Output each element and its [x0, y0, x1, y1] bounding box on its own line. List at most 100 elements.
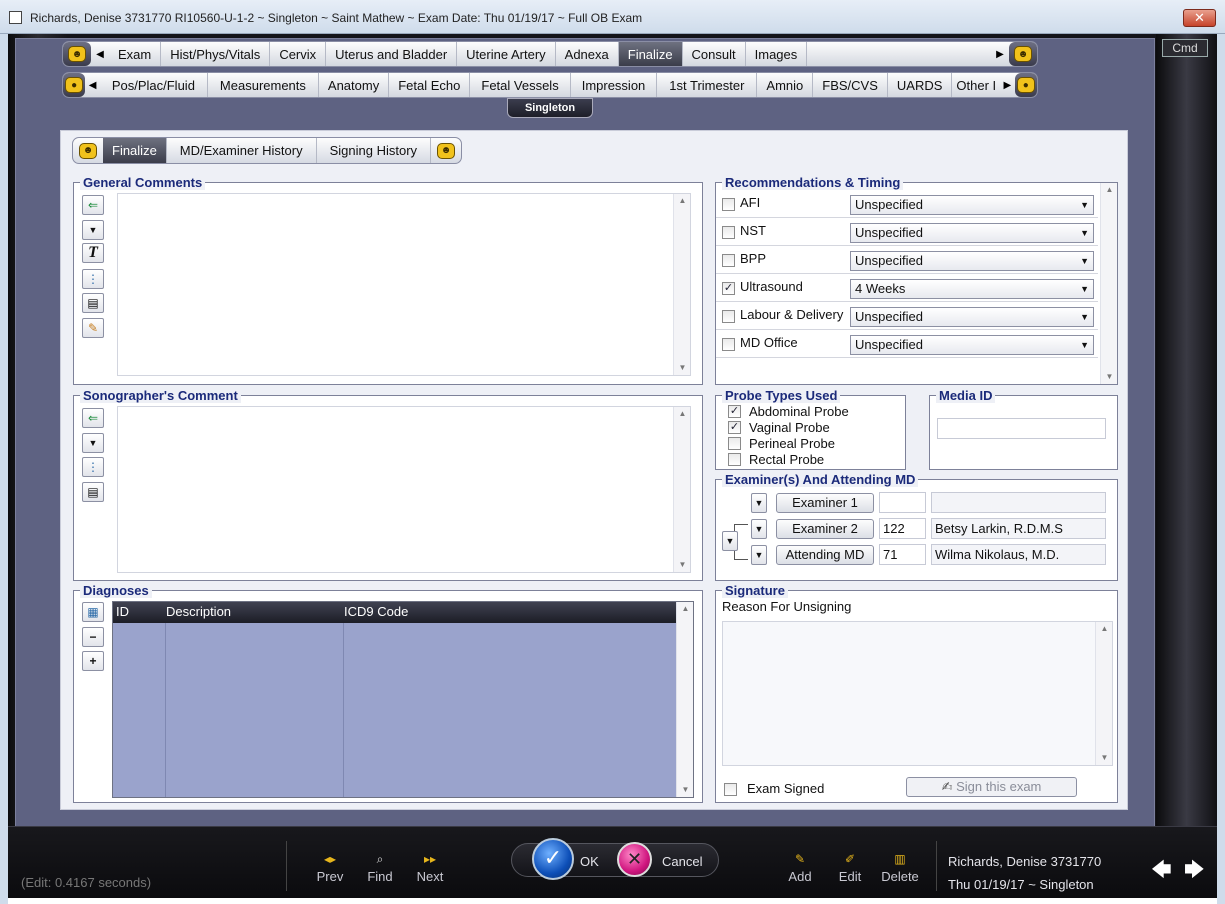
subtabs-logo-left[interactable]: ☻ [73, 138, 103, 163]
rectal-probe-checkbox[interactable] [728, 453, 741, 466]
examiner2-id[interactable]: 122 [879, 518, 926, 539]
media-id-input[interactable] [937, 418, 1106, 439]
afi-checkbox[interactable] [722, 198, 735, 211]
subtab-signing-history[interactable]: Signing History [317, 138, 432, 163]
tab-exam[interactable]: Exam [109, 42, 162, 66]
ultrasound-select[interactable]: 4 Weeks ▼ [850, 279, 1094, 299]
examiner1-dropdown-icon[interactable]: ▼ [751, 493, 767, 513]
forward-arrow-icon[interactable]: 🡆 [1184, 855, 1205, 889]
md-office-checkbox[interactable] [722, 338, 735, 351]
link-dropdown-icon[interactable]: ▼ [722, 531, 738, 551]
add-icon[interactable]: + [82, 651, 104, 671]
tab-hist-phys-vitals[interactable]: Hist/Phys/Vitals [161, 42, 271, 66]
back-arrow-icon[interactable]: 🡄 [1151, 855, 1172, 889]
scroll-right-icon[interactable]: ▶ [1000, 73, 1014, 97]
col-description[interactable]: Description [166, 604, 231, 619]
tab-pos-plac-fluid[interactable]: Pos/Plac/Fluid [100, 73, 208, 97]
examiner2-button[interactable]: Examiner 2 [776, 519, 874, 539]
attending-md-button[interactable]: Attending MD [776, 545, 874, 565]
prev-button[interactable]: ◂▸ Prev [305, 849, 355, 884]
bpp-checkbox[interactable] [722, 254, 735, 267]
vaginal-probe-checkbox[interactable]: ✓ [728, 421, 741, 434]
exam-signed-checkbox[interactable] [724, 783, 737, 796]
tree-icon[interactable]: ⋮ [82, 269, 104, 289]
tab-fetal-vessels[interactable]: Fetal Vessels [470, 73, 571, 97]
close-button[interactable]: ✕ [1183, 9, 1216, 27]
tab-uterus-bladder[interactable]: Uterus and Bladder [326, 42, 458, 66]
tabstrip-logo-right[interactable]: ☻ [1009, 42, 1037, 66]
text-format-icon[interactable]: T [82, 243, 104, 263]
add-button[interactable]: ✎ Add [775, 849, 825, 884]
scrollbar[interactable]: ▲ ▼ [673, 194, 690, 375]
tab-uterine-artery[interactable]: Uterine Artery [457, 42, 556, 66]
cmd-button[interactable]: Cmd [1162, 39, 1208, 57]
edit-button[interactable]: ✐ Edit [825, 849, 875, 884]
tab-fbs-cvs[interactable]: FBS/CVS [813, 73, 888, 97]
nst-checkbox[interactable] [722, 226, 735, 239]
import-icon[interactable]: ⇐ [82, 408, 104, 428]
scrollbar[interactable]: ▲ ▼ [1095, 622, 1112, 765]
examiner1-id[interactable] [879, 492, 926, 513]
remove-icon[interactable]: − [82, 627, 104, 647]
fetus-tab-singleton[interactable]: Singleton [507, 98, 593, 118]
tabstrip2-logo-left[interactable]: ● [63, 73, 86, 97]
abdominal-probe-checkbox[interactable]: ✓ [728, 405, 741, 418]
tab-consult[interactable]: Consult [683, 42, 746, 66]
diagnoses-table[interactable]: ID Description ICD9 Code ▲ ▼ [112, 601, 694, 798]
scroll-right-icon[interactable]: ▶ [991, 42, 1009, 66]
tabstrip2-logo-right[interactable]: ● [1014, 73, 1037, 97]
tab-measurements[interactable]: Measurements [208, 73, 319, 97]
nst-select[interactable]: Unspecified ▼ [850, 223, 1094, 243]
scrollbar[interactable]: ▲ ▼ [1100, 183, 1117, 384]
reason-for-unsigning-field[interactable]: ▲ ▼ [722, 621, 1113, 766]
eraser-icon[interactable]: ✎ [82, 318, 104, 338]
scrollbar[interactable]: ▲ ▼ [673, 407, 690, 572]
attending-md-dropdown-icon[interactable]: ▼ [751, 545, 767, 565]
tab-cervix[interactable]: Cervix [270, 42, 327, 66]
examiner2-dropdown-icon[interactable]: ▼ [751, 519, 767, 539]
tab-uards[interactable]: UARDS [888, 73, 953, 97]
next-button[interactable]: ▸▸ Next [405, 849, 455, 884]
col-id[interactable]: ID [116, 604, 129, 619]
delete-button[interactable]: ▥ Delete [875, 849, 925, 884]
find-button[interactable]: ⌕ Find [355, 849, 405, 884]
subtabs-logo-right[interactable]: ☻ [431, 138, 461, 163]
sign-exam-button[interactable]: ✍ Sign this exam [906, 777, 1077, 797]
ultrasound-checkbox[interactable]: ✓ [722, 282, 735, 295]
tab-adnexa[interactable]: Adnexa [556, 42, 619, 66]
subtab-md-examiner-history[interactable]: MD/Examiner History [167, 138, 317, 163]
subtab-finalize[interactable]: Finalize [103, 138, 167, 163]
examiner1-button[interactable]: Examiner 1 [776, 493, 874, 513]
paste-icon[interactable]: ▤ [82, 482, 104, 502]
labour-delivery-select[interactable]: Unspecified ▼ [850, 307, 1094, 327]
checkmark-icon[interactable]: ✓ [532, 838, 574, 880]
general-comments-field[interactable]: ▲ ▼ [117, 193, 691, 376]
col-icd9[interactable]: ICD9 Code [344, 604, 408, 619]
tab-amnio[interactable]: Amnio [757, 73, 814, 97]
sonographer-comment-field[interactable]: ▲ ▼ [117, 406, 691, 573]
scroll-left-icon[interactable]: ◀ [85, 73, 99, 97]
tab-images[interactable]: Images [746, 42, 808, 66]
tabstrip-logo-left[interactable]: ☻ [63, 42, 91, 66]
scroll-left-icon[interactable]: ◀ [91, 42, 109, 66]
md-office-select[interactable]: Unspecified ▼ [850, 335, 1094, 355]
tab-other[interactable]: Other I [952, 73, 1000, 97]
bpp-select[interactable]: Unspecified ▼ [850, 251, 1094, 271]
cancel-button[interactable]: Cancel [662, 854, 702, 869]
scrollbar[interactable]: ▲ ▼ [676, 602, 693, 797]
labour-delivery-checkbox[interactable] [722, 310, 735, 323]
tab-finalize[interactable]: Finalize [618, 42, 683, 66]
tree-icon[interactable]: ⋮ [82, 457, 104, 477]
tab-1st-trimester[interactable]: 1st Trimester [657, 73, 758, 97]
tab-fetal-echo[interactable]: Fetal Echo [389, 73, 471, 97]
list-icon[interactable]: ▦ [82, 602, 104, 622]
tab-anatomy[interactable]: Anatomy [319, 73, 390, 97]
paste-icon[interactable]: ▤ [82, 293, 104, 313]
ok-button[interactable]: OK [580, 854, 599, 869]
cancel-x-icon[interactable]: ✕ [617, 842, 652, 877]
dropdown-icon[interactable]: ▼ [82, 433, 104, 453]
tab-impression[interactable]: Impression [571, 73, 658, 97]
afi-select[interactable]: Unspecified ▼ [850, 195, 1094, 215]
attending-md-id[interactable]: 71 [879, 544, 926, 565]
window-icon[interactable] [9, 11, 22, 24]
